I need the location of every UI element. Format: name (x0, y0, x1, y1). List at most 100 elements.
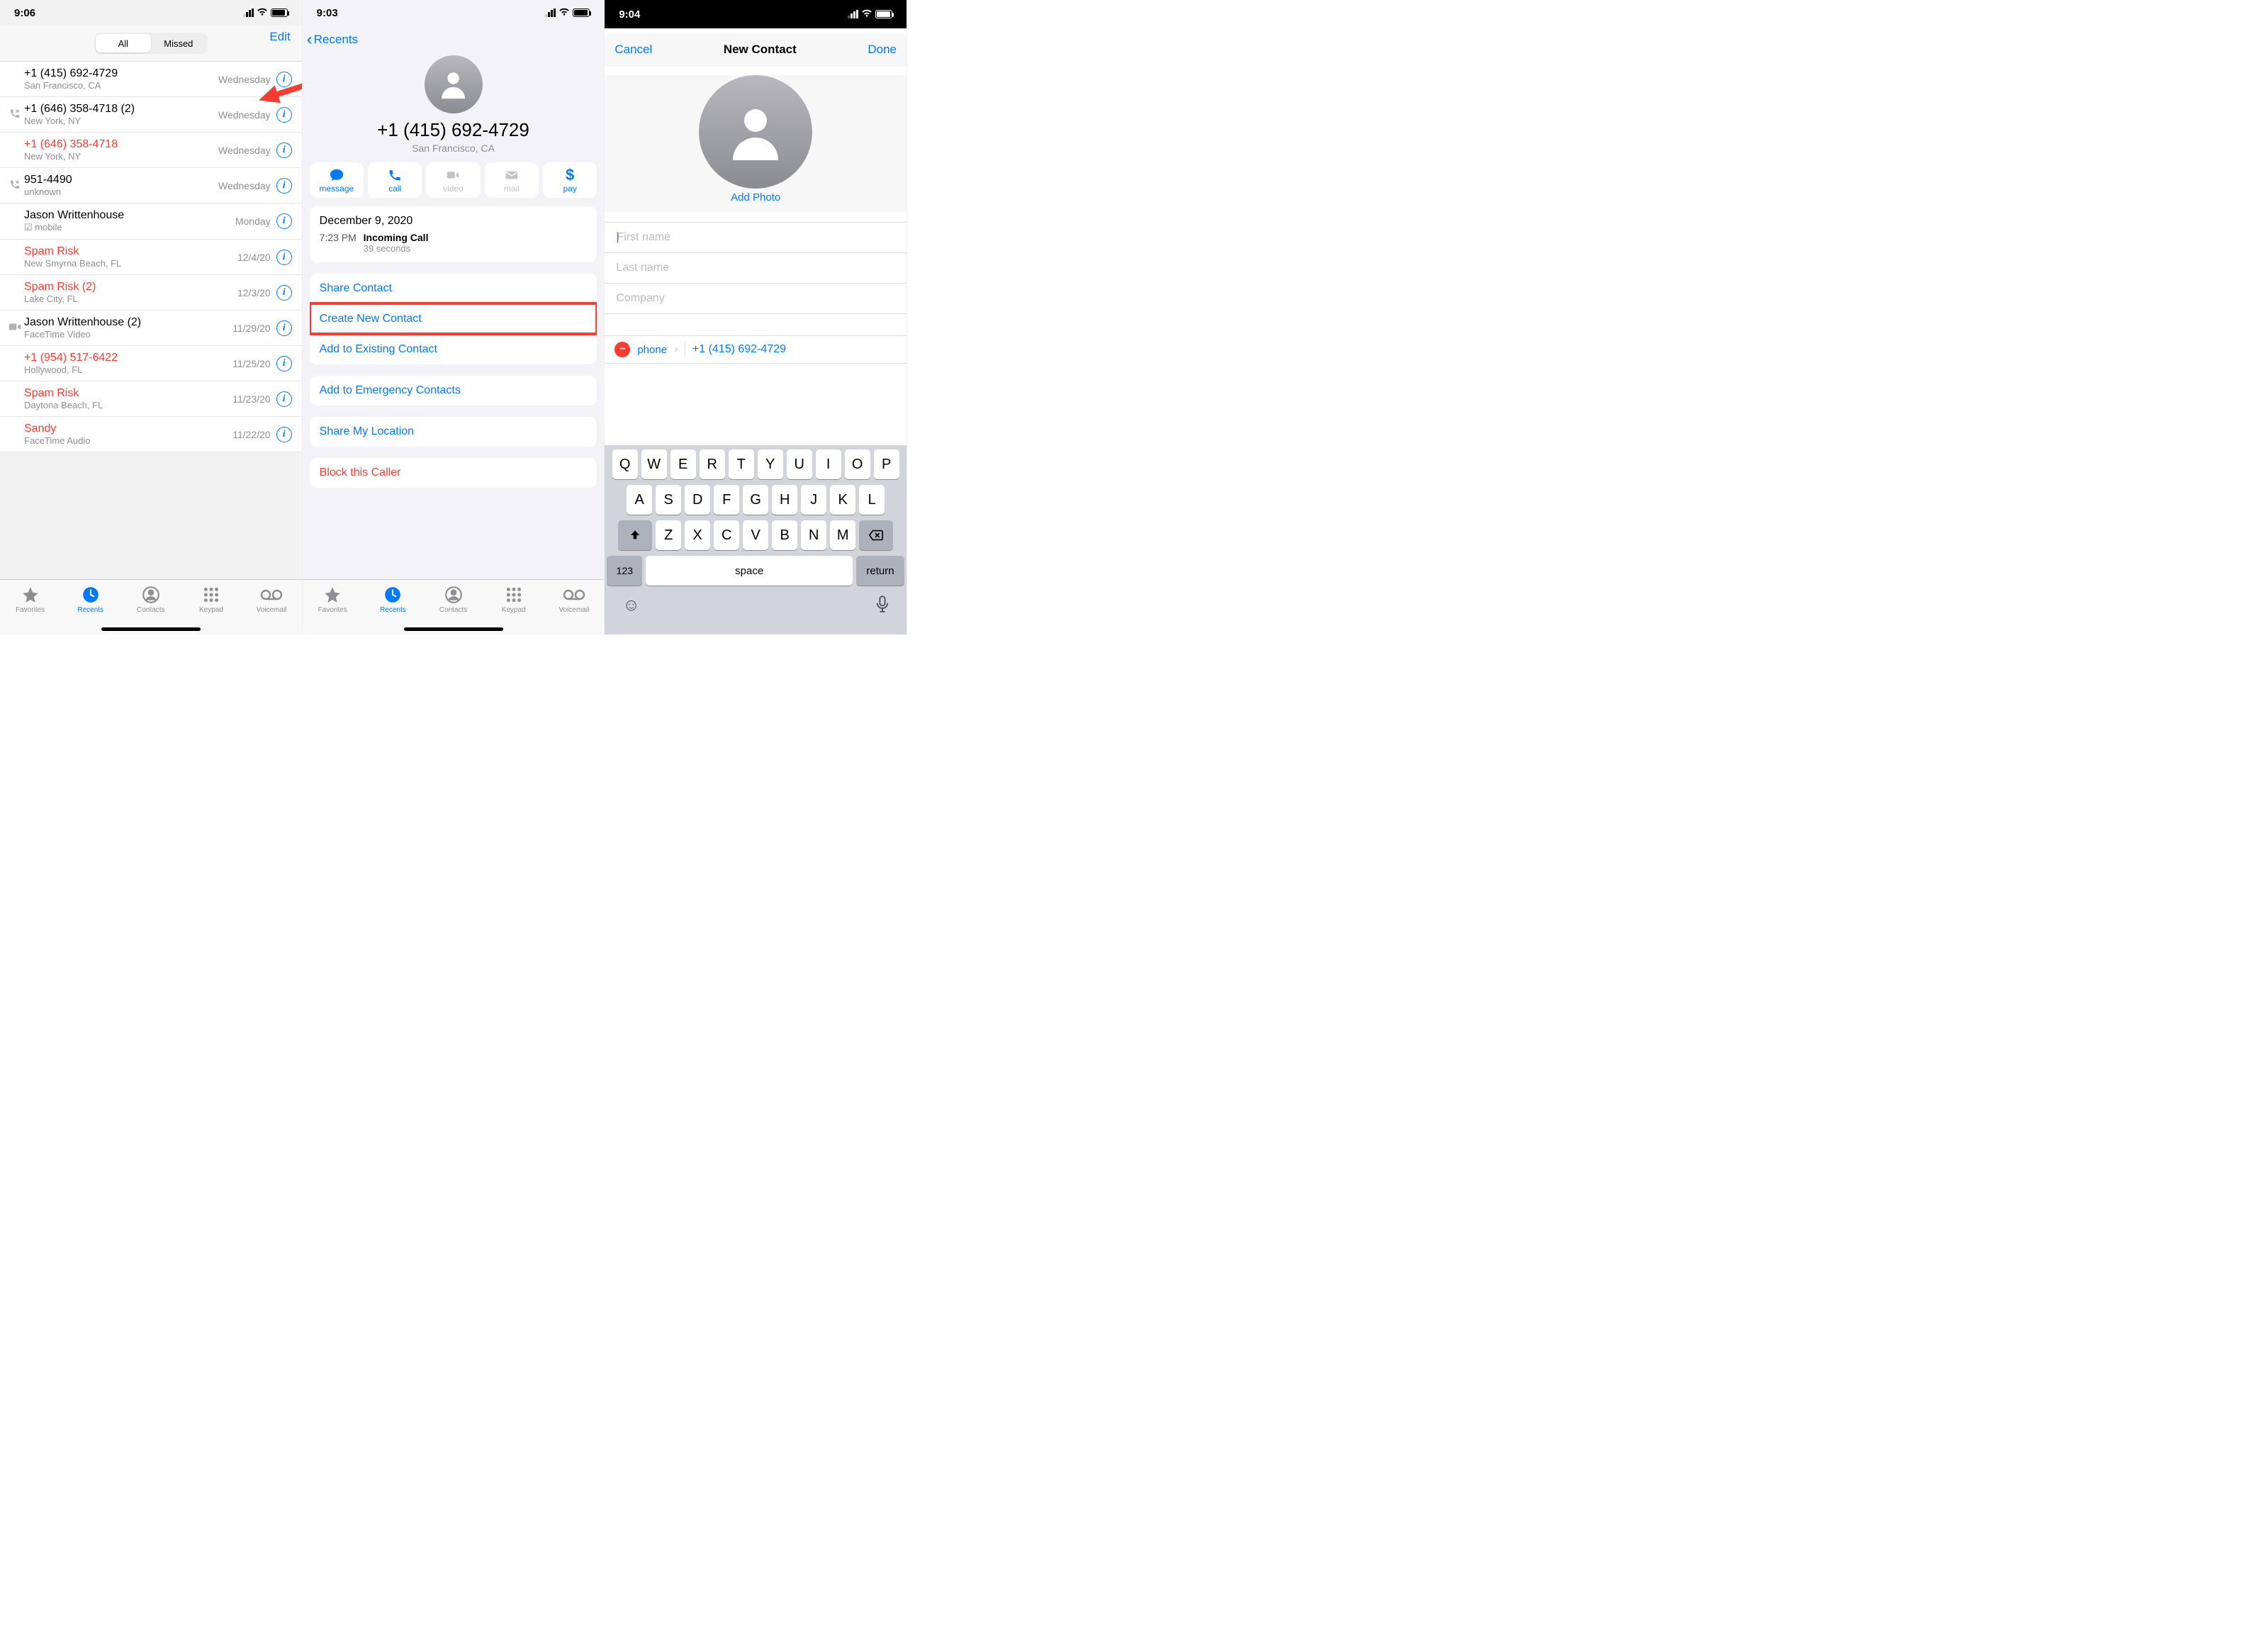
key-k[interactable]: K (830, 485, 855, 515)
video-button[interactable]: video (426, 162, 480, 198)
info-icon[interactable]: i (276, 72, 292, 87)
key-x[interactable]: X (685, 520, 710, 550)
tab-contacts[interactable]: Contacts (120, 583, 181, 626)
home-indicator[interactable] (101, 627, 201, 631)
key-r[interactable]: R (700, 449, 725, 479)
done-button[interactable]: Done (868, 43, 897, 57)
tab-recents[interactable]: Recents (60, 583, 120, 626)
shift-key[interactable] (618, 520, 652, 550)
call-list[interactable]: +1 (415) 692-4729 San Francisco, CA Wedn… (0, 62, 302, 452)
info-icon[interactable]: i (276, 391, 292, 407)
key-o[interactable]: O (845, 449, 870, 479)
backspace-key[interactable] (859, 520, 893, 550)
tab-keypad[interactable]: Keypad (483, 583, 544, 626)
info-icon[interactable]: i (276, 427, 292, 442)
call-row[interactable]: +1 (646) 358-4718 New York, NY Wednesday… (0, 133, 302, 168)
info-icon[interactable]: i (276, 178, 292, 194)
call-row[interactable]: +1 (646) 358-4718 (2) New York, NY Wedne… (0, 97, 302, 133)
tab-favorites[interactable]: Favorites (303, 583, 363, 626)
key-v[interactable]: V (743, 520, 768, 550)
tab-recents[interactable]: Recents (363, 583, 423, 626)
phone-value[interactable]: +1 (415) 692-4729 (692, 343, 897, 356)
key-i[interactable]: I (816, 449, 841, 479)
key-h[interactable]: H (772, 485, 797, 515)
clock-icon (82, 586, 100, 604)
share-location-button[interactable]: Share My Location (310, 417, 597, 447)
tab-voicemail[interactable]: Voicemail (544, 583, 604, 626)
call-button[interactable]: call (368, 162, 422, 198)
key-p[interactable]: P (874, 449, 899, 479)
key-b[interactable]: B (772, 520, 797, 550)
tab-contacts[interactable]: Contacts (423, 583, 483, 626)
call-row[interactable]: Jason Writtenhouse ☑ mobile Monday i (0, 203, 302, 240)
call-row[interactable]: Spam Risk (2) Lake City, FL 12/3/20 i (0, 275, 302, 311)
key-j[interactable]: J (801, 485, 826, 515)
info-icon[interactable]: i (276, 142, 292, 158)
key-l[interactable]: L (859, 485, 885, 515)
home-indicator[interactable] (404, 627, 503, 631)
key-f[interactable]: F (714, 485, 739, 515)
dictate-key[interactable] (876, 596, 889, 617)
mail-button[interactable]: mail (485, 162, 539, 198)
space-key[interactable]: space (646, 556, 853, 586)
call-date: 11/25/20 (232, 358, 270, 369)
call-row[interactable]: Jason Writtenhouse (2) FaceTime Video 11… (0, 311, 302, 346)
key-a[interactable]: A (627, 485, 652, 515)
key-m[interactable]: M (830, 520, 855, 550)
call-row[interactable]: 951-4490 unknown Wednesday i (0, 168, 302, 203)
first-name-input[interactable]: First name (605, 223, 906, 253)
cancel-button[interactable]: Cancel (614, 43, 652, 57)
info-icon[interactable]: i (276, 107, 292, 123)
create-new-contact-button[interactable]: Create New Contact (310, 303, 597, 334)
key-d[interactable]: D (685, 485, 710, 515)
seg-missed[interactable]: Missed (151, 34, 206, 52)
emoji-key[interactable]: ☺ (622, 596, 640, 617)
key-y[interactable]: Y (758, 449, 783, 479)
key-t[interactable]: T (729, 449, 754, 479)
info-icon[interactable]: i (276, 285, 292, 301)
call-title: +1 (646) 358-4718 (24, 138, 218, 151)
key-w[interactable]: W (641, 449, 667, 479)
seg-all[interactable]: All (96, 34, 151, 52)
key-c[interactable]: C (714, 520, 739, 550)
phone-row[interactable]: − phone › +1 (415) 692-4729 (605, 336, 906, 364)
add-emergency-button[interactable]: Add to Emergency Contacts (310, 376, 597, 406)
key-s[interactable]: S (656, 485, 681, 515)
keyboard[interactable]: QWERTYUIOP ASDFGHJKL ZXCVBNM 123 space r… (605, 445, 906, 634)
call-row[interactable]: Spam Risk Daytona Beach, FL 11/23/20 i (0, 381, 302, 417)
edit-button[interactable]: Edit (269, 30, 290, 44)
key-n[interactable]: N (801, 520, 826, 550)
return-key[interactable]: return (856, 556, 904, 586)
info-icon[interactable]: i (276, 250, 292, 265)
avatar-icon[interactable] (699, 75, 812, 189)
key-g[interactable]: G (743, 485, 768, 515)
remove-icon[interactable]: − (614, 342, 630, 357)
back-button[interactable]: ‹Recents (303, 26, 605, 54)
call-row[interactable]: +1 (954) 517-6422 Hollywood, FL 11/25/20… (0, 346, 302, 381)
call-row[interactable]: Spam Risk New Smyrna Beach, FL 12/4/20 i (0, 240, 302, 275)
filter-segment[interactable]: All Missed (94, 33, 208, 54)
add-existing-contact-button[interactable]: Add to Existing Contact (310, 334, 597, 364)
call-title: +1 (646) 358-4718 (2) (24, 103, 218, 116)
call-row[interactable]: Sandy FaceTime Audio 11/22/20 i (0, 417, 302, 452)
info-icon[interactable]: i (276, 213, 292, 229)
phone-type-label[interactable]: phone (637, 344, 667, 356)
tab-voicemail[interactable]: Voicemail (242, 583, 302, 626)
key-e[interactable]: E (670, 449, 696, 479)
tab-favorites[interactable]: Favorites (0, 583, 60, 626)
numbers-key[interactable]: 123 (607, 556, 642, 586)
tab-keypad[interactable]: Keypad (181, 583, 241, 626)
share-contact-button[interactable]: Share Contact (310, 274, 597, 303)
last-name-input[interactable]: Last name (605, 253, 906, 284)
key-z[interactable]: Z (656, 520, 681, 550)
key-u[interactable]: U (787, 449, 812, 479)
block-caller-button[interactable]: Block this Caller (310, 458, 597, 488)
add-photo-button[interactable]: Add Photo (605, 191, 906, 203)
call-title: Spam Risk (2) (24, 281, 237, 293)
key-q[interactable]: Q (612, 449, 638, 479)
info-icon[interactable]: i (276, 356, 292, 371)
pay-button[interactable]: $pay (543, 162, 597, 198)
message-button[interactable]: message (310, 162, 364, 198)
info-icon[interactable]: i (276, 320, 292, 336)
company-input[interactable]: Company (605, 284, 906, 314)
